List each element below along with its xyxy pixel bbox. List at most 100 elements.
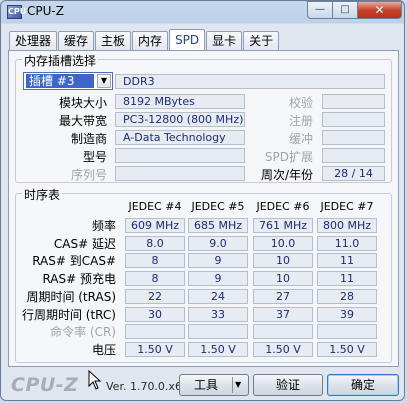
timings-group-title: 时序表	[22, 186, 63, 203]
title-bar[interactable]: CPU CPU-Z — □ ✕	[1, 1, 406, 23]
timing-row-label: 电压	[91, 342, 116, 357]
timing-column-header: JEDEC #6	[256, 200, 310, 213]
tab-graphics[interactable]: 显卡	[206, 31, 243, 50]
checksum-label: 校验	[288, 96, 313, 110]
part-number-label: 型号	[82, 150, 107, 164]
tab-cpu[interactable]: 处理器	[9, 31, 58, 50]
ok-button[interactable]: 确定	[327, 374, 399, 396]
max-bandwidth-field: PC3-12800 (800 MHz)	[115, 112, 245, 127]
validate-button[interactable]: 验证	[253, 374, 323, 396]
footer-bar: CPU-Z Ver. 1.70.0.x64 工具 ▼ 验证 确定	[1, 371, 406, 399]
tab-bar: 处理器 缓存 主板 内存 SPD 显卡 关于	[9, 29, 280, 51]
spd-ext-label: SPD扩展	[264, 150, 313, 164]
timing-value-cell: 800 MHz	[317, 218, 377, 233]
cpuz-window: CPU CPU-Z — □ ✕ 处理器 缓存 主板 内存 SPD 显卡 关于 内…	[0, 0, 405, 401]
timing-value-cell	[125, 324, 185, 340]
max-bandwidth-label: 最大带宽	[58, 114, 107, 128]
maximize-button[interactable]: □	[333, 1, 358, 19]
timing-value-cell: 28	[317, 288, 377, 304]
timing-value-cell: 685 MHz	[188, 218, 248, 233]
timing-value-cell: 39	[317, 306, 377, 322]
timing-value-cell: 30	[125, 306, 185, 322]
chevron-down-icon[interactable]: ▼	[97, 74, 111, 88]
part-number-field	[115, 148, 245, 163]
timing-value-cell: 22	[125, 288, 185, 304]
chevron-down-icon[interactable]: ▼	[235, 375, 241, 395]
tab-about[interactable]: 关于	[243, 31, 280, 50]
timing-value-cell: 761 MHz	[253, 218, 313, 233]
slot-selection-group: 内存插槽选择 插槽 #3 ▼ DDR3 模块大小 8192 MBytes 最大带…	[15, 52, 392, 183]
tools-button-label: 工具	[193, 378, 218, 392]
buffered-label: 缓冲	[288, 132, 313, 146]
timing-value-cell: 9	[188, 253, 248, 269]
timing-row-label: 行周期时间 (tRC)	[21, 307, 116, 322]
module-size-label: 模块大小	[58, 96, 107, 110]
minimize-button[interactable]: —	[307, 1, 333, 19]
maximize-icon: □	[340, 4, 350, 15]
timing-value-cell: 33	[188, 306, 248, 322]
serial-label: 序列号	[70, 168, 107, 182]
tab-memory[interactable]: 内存	[132, 31, 169, 50]
timing-row-label: RAS# 预充电	[42, 272, 116, 287]
timing-value-cell: 10	[253, 253, 313, 269]
timing-value-cell: 27	[253, 288, 313, 304]
timing-value-cell	[253, 324, 313, 340]
timing-value-cell: 11	[317, 253, 377, 269]
cpuz-app-icon: CPU	[7, 5, 26, 19]
timing-value-cell: 1.50 V	[188, 341, 248, 357]
close-icon: ✕	[374, 3, 385, 17]
timing-value-cell: 11	[317, 271, 377, 287]
timing-row-label: 频率	[91, 219, 116, 233]
timing-row-label: RAS# 到CAS#	[32, 254, 116, 269]
spd-panel: 内存插槽选择 插槽 #3 ▼ DDR3 模块大小 8192 MBytes 最大带…	[8, 50, 399, 367]
week-year-label: 周次/年份	[260, 168, 313, 182]
timing-row-label: 命令率 (CR)	[50, 325, 116, 340]
spd-ext-field	[322, 148, 385, 163]
mouse-cursor-icon	[88, 370, 102, 390]
timing-column-header: JEDEC #7	[320, 200, 374, 213]
week-year-field: 28 / 14	[322, 166, 385, 181]
tab-mainboard[interactable]: 主板	[95, 31, 132, 50]
tab-spd[interactable]: SPD	[169, 29, 206, 50]
manufacturer-field: A-Data Technology	[115, 130, 245, 145]
timing-value-cell	[317, 324, 377, 340]
tools-button[interactable]: 工具 ▼	[179, 374, 249, 396]
registered-field	[322, 112, 385, 127]
timing-value-cell: 9	[188, 271, 248, 287]
timing-value-cell: 1.50 V	[253, 341, 313, 357]
tools-split-divider	[232, 377, 233, 393]
serial-field	[115, 166, 245, 181]
minimize-icon: —	[315, 4, 325, 15]
module-size-field: 8192 MBytes	[115, 94, 245, 109]
timing-value-cell	[188, 324, 248, 340]
window-controls: — □ ✕	[307, 1, 402, 20]
slot-dropdown[interactable]: 插槽 #3 ▼	[23, 72, 113, 90]
cpuz-logo: CPU-Z	[11, 374, 79, 396]
slot-group-title: 内存插槽选择	[22, 52, 99, 69]
memory-type-field: DDR3	[115, 74, 385, 89]
window-title: CPU-Z	[27, 4, 64, 18]
timing-value-cell: 9.0	[188, 235, 248, 251]
timing-value-cell: 24	[188, 288, 248, 304]
timings-group: 时序表 JEDEC #4 JEDEC #5 JEDEC #6 JEDEC #7 频率 60…	[15, 186, 392, 363]
buffered-field	[322, 130, 385, 145]
registered-label: 注册	[288, 114, 313, 128]
checksum-field	[322, 94, 385, 109]
timing-value-cell: 37	[253, 306, 313, 322]
timing-value-cell: 1.50 V	[125, 341, 185, 357]
timing-value-cell: 1.50 V	[317, 341, 377, 357]
tab-caches[interactable]: 缓存	[58, 31, 95, 50]
timing-column-header: JEDEC #5	[191, 200, 245, 213]
close-button[interactable]: ✕	[358, 1, 402, 19]
timing-value-cell: 8.0	[125, 235, 185, 251]
timing-column-header: JEDEC #4	[128, 200, 182, 213]
timing-value-cell: 8	[125, 271, 185, 287]
timing-value-cell: 11.0	[317, 235, 377, 251]
timing-value-cell: 10	[253, 271, 313, 287]
version-text: Ver. 1.70.0.x64	[106, 380, 189, 393]
timing-row-label: 周期时间 (tRAS)	[26, 289, 116, 304]
timing-value-cell: 609 MHz	[125, 218, 185, 233]
manufacturer-label: 制造商	[70, 132, 107, 146]
timing-value-cell: 10.0	[253, 235, 313, 251]
timing-value-cell: 8	[125, 253, 185, 269]
